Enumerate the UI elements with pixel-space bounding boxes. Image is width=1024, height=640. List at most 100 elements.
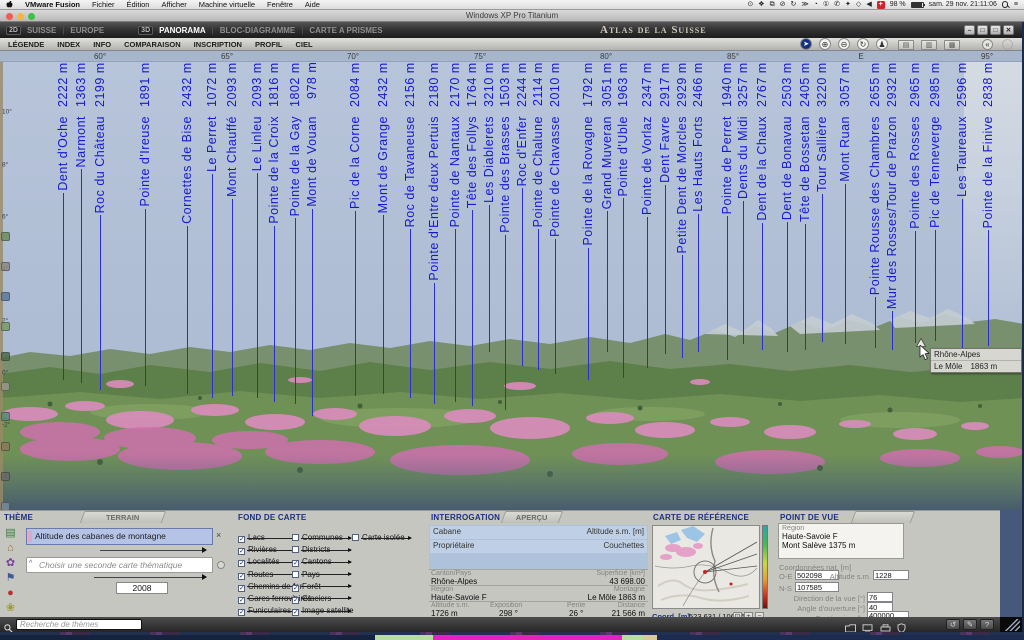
tab-apercu[interactable]: APERÇU	[501, 511, 563, 523]
layer-for-t[interactable]: ✓Forêt	[292, 576, 354, 588]
mode-2d-badge[interactable]: 2D	[6, 26, 21, 35]
peak-label[interactable]: 3051 mGrand Muveran	[599, 62, 615, 352]
layout-toggle-1[interactable]: ▤	[898, 40, 914, 50]
peak-label[interactable]: 3057 mMont Ruan	[837, 62, 853, 344]
backup-icon[interactable]: ↻	[790, 1, 796, 9]
battery-icon[interactable]	[911, 2, 924, 8]
peak-label[interactable]: 2093 mLe Linleu	[249, 62, 265, 398]
displays-icon[interactable]: ⧉	[770, 1, 775, 9]
menu-info[interactable]: INFO	[93, 40, 111, 49]
peak-label[interactable]: 2432 mMont de Grange	[375, 62, 391, 394]
remove-theme-button[interactable]: ×	[216, 530, 221, 540]
reset-button[interactable]: ↺	[946, 619, 960, 630]
collapse-panels-button[interactable]: «	[982, 39, 993, 50]
menubar-item[interactable]: Édition	[121, 0, 156, 9]
apple-menu[interactable]	[0, 0, 19, 10]
layer-slider[interactable]	[361, 538, 411, 539]
tab-bloc-diagramme[interactable]: BLOC-DIAGRAMME	[220, 26, 296, 35]
layout-toggle-3[interactable]: ▩	[944, 40, 960, 50]
spotlight-icon[interactable]	[1002, 1, 1009, 8]
peak-label[interactable]: 2466 mLes Hauts Forts	[690, 62, 706, 352]
menu-profil[interactable]: PROFIL	[255, 40, 283, 49]
menubar-item[interactable]: Aide	[299, 0, 326, 9]
peak-label[interactable]: 2596 mLes Taureaux	[954, 62, 970, 348]
peak-label[interactable]: 1363 mNarmont	[73, 62, 89, 383]
peak-label[interactable]: 1816 mPointe de la Croix	[266, 62, 282, 402]
menubar-item[interactable]: VMware Fusion	[19, 0, 86, 9]
layout-toggle-2[interactable]: ▥	[921, 40, 937, 50]
peak-label[interactable]: 1764 mTête des Follys	[464, 62, 480, 406]
theme-nature-icon[interactable]: ▤	[3, 527, 18, 540]
theme-state-icon[interactable]: ⚑	[3, 572, 18, 585]
layer-image-satellite[interactable]: ✓Image satellite	[292, 600, 354, 612]
peak-label[interactable]: 1802 mPointe de la Gay	[287, 62, 303, 404]
menubar-item[interactable]: Fenêtre	[261, 0, 299, 9]
menu-inscription[interactable]: INSCRIPTION	[194, 40, 242, 49]
peak-label[interactable]: 2965 mPointe des Rosses	[907, 62, 923, 343]
peak-label[interactable]: 2093 mMont Chauffé	[224, 62, 240, 396]
ns-input[interactable]	[795, 582, 839, 592]
zoom-in-button[interactable]: ⊕	[819, 38, 831, 50]
peak-label[interactable]: 1072 mLe Perret	[204, 62, 220, 398]
peak-label[interactable]: 2199 mRoc du Château	[92, 62, 108, 390]
layer-slider[interactable]	[247, 611, 297, 612]
mode-3d-badge[interactable]: 3D	[138, 26, 153, 35]
tab-theme[interactable]: THÈME	[4, 513, 33, 522]
peak-label[interactable]: 1792 mPointe de la Rovagne	[580, 62, 596, 380]
second-theme-combo[interactable]: Choisir une seconde carte thématique	[26, 557, 213, 573]
checkbox-icon[interactable]: ✓	[292, 609, 299, 616]
menu-légende[interactable]: LÉGENDE	[8, 40, 44, 49]
peak-label[interactable]: 2244 mRoc d'Enfer	[514, 62, 530, 366]
peak-label[interactable]: 2838 mPointe de la Finive	[980, 62, 996, 346]
checkbox-icon[interactable]	[352, 534, 359, 541]
menubar-clock[interactable]: sam. 29 nov. 21:11:06	[929, 1, 997, 8]
close-button[interactable]: ✕	[1003, 25, 1014, 35]
panorama-view[interactable]: 10°8°6°4°2°0°-2°-4° 2222 mDent d'Oche136…	[0, 62, 1024, 510]
peak-label[interactable]: 1891 mPointe d'Ireuse	[137, 62, 153, 386]
selected-theme-field[interactable]: Altitude des cabanes de montagne	[26, 528, 213, 545]
peak-label[interactable]: 2985 mPic de Tenneverge	[927, 62, 943, 341]
zoom-out-button[interactable]: ⊖	[838, 38, 850, 50]
help-button[interactable]: ?	[980, 619, 994, 630]
peak-label[interactable]: 2180 mPointe d'Entre deux Pertuis	[426, 62, 442, 404]
theme-society-icon[interactable]: ✿	[3, 557, 18, 570]
peak-label[interactable]: 2767 mDent de la Chaux	[754, 62, 770, 350]
spaces-icon[interactable]: ≫	[801, 1, 808, 9]
do-not-disturb-icon[interactable]: ⊘	[780, 1, 786, 9]
layer-pays[interactable]: Pays	[292, 564, 354, 576]
peak-label[interactable]: 2929 mPetite Dent de Morcles	[674, 62, 690, 358]
phone-icon[interactable]: ✆	[834, 1, 840, 9]
accessibility-icon[interactable]: ①	[823, 1, 829, 9]
menu-comparaison[interactable]: COMPARAISON	[124, 40, 181, 49]
pointer-tool-button[interactable]: ➤	[800, 38, 812, 50]
peak-label[interactable]: 2655 mPointe Rousse des Chambres	[867, 62, 883, 348]
peak-label[interactable]: 2010 mPointe de Chavasse	[547, 62, 563, 374]
combo-button[interactable]	[217, 561, 225, 569]
peak-label[interactable]: 2432 mCornettes de Bise	[179, 62, 195, 394]
task-status-icon[interactable]: ⊙	[747, 1, 753, 9]
peak-label[interactable]: 1940 mPointe de Perret	[719, 62, 735, 360]
layer-glaciers[interactable]: ✓Glaciers	[292, 588, 354, 600]
tab-panorama[interactable]: PANORAMA	[159, 26, 206, 35]
menu-index[interactable]: INDEX	[57, 40, 80, 49]
tab-terrain[interactable]: TERRAIN	[80, 511, 166, 523]
menubar-item[interactable]: Machine virtuelle	[193, 0, 261, 9]
peak-label[interactable]: 2347 mPointe de Vorlaz	[639, 62, 655, 368]
peak-label[interactable]: 3210 mLes Diablerets	[481, 62, 497, 352]
swiss-keyboard-flag-icon[interactable]: +	[877, 1, 885, 9]
tab-europe[interactable]: EUROPE	[70, 26, 104, 35]
peak-label[interactable]: 2917 mDent Favre	[657, 62, 673, 354]
menubar-item[interactable]: Fichier	[86, 0, 121, 9]
tab-suisse[interactable]: SUISSE	[27, 26, 56, 35]
theme-economy-icon[interactable]: ⌂	[3, 542, 18, 555]
airport-icon[interactable]: ◇	[856, 1, 861, 9]
layer-carte-isol-e[interactable]: Carte isolée	[352, 527, 405, 539]
altitude-input[interactable]	[873, 570, 909, 580]
peak-label[interactable]: 2405 mTête de Bossetan	[797, 62, 813, 350]
peak-label[interactable]: 2156 mRoc de Tavaneuse	[402, 62, 418, 398]
direction-input[interactable]	[867, 592, 893, 602]
restore-button[interactable]: □	[977, 25, 988, 35]
peak-label[interactable]: 1963 mPointe d'Uble	[615, 62, 631, 378]
observer-button[interactable]: ♟	[876, 38, 888, 50]
bluetooth-icon[interactable]: ✦	[845, 1, 851, 9]
